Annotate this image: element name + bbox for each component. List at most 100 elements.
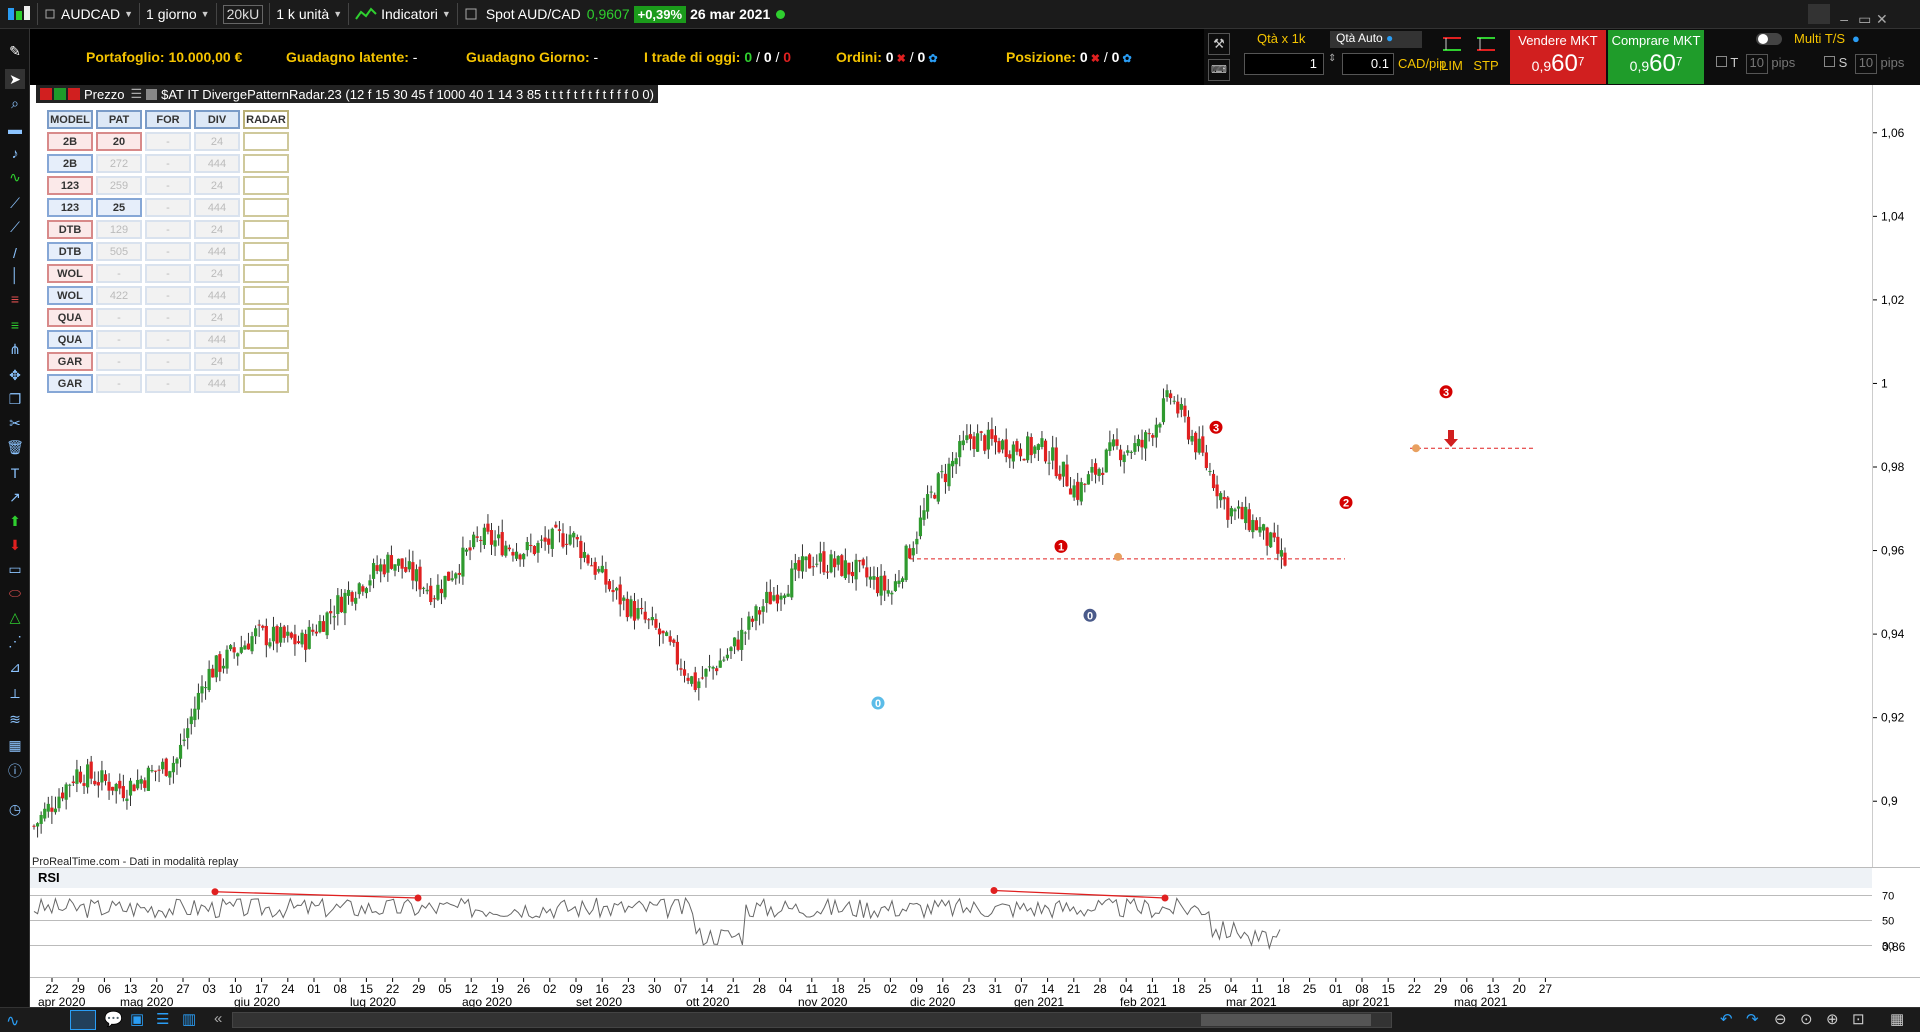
candle-body [858,560,862,562]
keyboard-icon[interactable]: ⌨ [1208,59,1230,81]
multi-ts-toggle[interactable] [1756,33,1782,45]
top-toolbar: AUDCAD ▼ 1 giorno ▼ 20kU 1 k unità ▼ Indica… [0,0,1920,29]
qty-stepper-icon[interactable]: ⇕ [1328,53,1338,75]
indicator-tool-icon[interactable]: ∿ [5,167,25,187]
layout-icon[interactable] [70,1010,96,1030]
channel-icon[interactable]: ≡ [5,289,25,309]
segment-icon[interactable]: ⟋ [5,217,25,237]
candle-body [1022,458,1026,461]
radar-forecast-cell: - [145,352,191,371]
down-arrow-icon[interactable]: ⬇ [5,535,25,555]
app-logo[interactable] [0,3,38,25]
radar-model-cell: DTB [47,242,93,261]
time-axis[interactable]: 22 29 06 13 20 27 03 10 17 24 01 08 15 22 29 05 12 19 26 02… [30,977,1920,1009]
stop-loss-input[interactable]: 10 [1854,54,1877,74]
ruler-icon[interactable]: ▬ [5,119,25,139]
take-profit-input[interactable]: 10 [1745,54,1768,74]
trash-icon[interactable]: 🗑 [5,437,25,457]
zoom-in-icon[interactable]: ⊕ [1826,1010,1839,1028]
buy-market-button[interactable]: Comprare MKT 0,9607 [1608,30,1704,84]
trendline-icon[interactable]: ⟋ [5,193,25,213]
refresh-icon[interactable] [1808,4,1831,24]
columns-icon[interactable]: ▥ [182,1010,196,1028]
time-tick-label: 04 [1224,982,1238,996]
tools-icon[interactable]: ✂ [5,413,25,433]
minimize-icon[interactable]: – [1840,11,1854,27]
take-profit-checkbox[interactable] [1716,56,1727,67]
position-info[interactable]: Posizione: 0 ✖ / 0 ✿ [1006,49,1132,65]
wrench-icon[interactable]: ⚒ [1208,33,1230,55]
fib-ext-icon[interactable]: ⟂ [5,683,25,703]
units-selector[interactable]: 1 k unità ▼ [270,3,350,25]
info-icon[interactable]: ⓘ [5,761,25,781]
candle-body [364,588,369,594]
candle-body [1236,506,1241,509]
fan-icon[interactable]: ⋰ [5,631,25,651]
ellipse-icon[interactable]: ⬭ [5,583,25,603]
scroll-back-icon[interactable]: « [214,1010,222,1027]
maximize-icon[interactable]: ▭ [1858,11,1872,28]
pencil-icon[interactable]: ✎ [5,41,25,61]
orders-close-icon[interactable]: ✖ [894,53,906,65]
position-settings-icon[interactable]: ✿ [1119,53,1132,65]
calendar-icon[interactable]: ▦ [5,735,25,755]
orders-info[interactable]: Ordini: 0 ✖ / 0 ✿ [836,49,938,65]
grid-icon[interactable]: ▦ [1890,1010,1904,1028]
gann-icon[interactable]: ⊿ [5,657,25,677]
close-chart-icon[interactable] [40,88,52,100]
screen-icon[interactable]: ▣ [130,1010,144,1028]
zoom-icon[interactable]: ⌕ [5,93,25,113]
candle-body [411,562,415,581]
candle-body [89,761,93,779]
cursor-icon[interactable]: ➤ [5,69,25,89]
stop-order-button[interactable]: STP [1472,33,1500,83]
arrow-tool-icon[interactable]: ↗ [5,487,25,507]
scrollbar-thumb[interactable] [1201,1014,1371,1026]
pip-value-input[interactable]: 0.1 [1342,53,1394,75]
up-arrow-icon[interactable]: ⬆ [5,511,25,531]
text-tool-icon[interactable]: T [5,463,25,483]
vertical-line-icon[interactable]: │ [5,265,25,285]
indicator-color-icon [146,88,158,100]
zoom-reset-icon[interactable]: ⊙ [1800,1010,1813,1028]
chart-mode-icon[interactable]: ∿ [6,1011,28,1030]
pitchfork-icon[interactable]: ⋔ [5,339,25,359]
qty-auto-toggle[interactable]: Qtà Auto ● [1330,31,1422,48]
sell-market-button[interactable]: Vendere MKT 0,9607 [1510,30,1606,84]
zoom-out-icon[interactable]: ⊖ [1774,1010,1787,1028]
history-scrollbar[interactable] [232,1012,1392,1028]
timer-icon[interactable]: ◷ [5,799,25,819]
list-icon[interactable]: ☰ [130,86,142,102]
zoom-area-icon[interactable]: ⊡ [1852,1010,1865,1028]
close-icon[interactable]: ✕ [1876,11,1890,28]
orders-settings-icon[interactable]: ✿ [925,53,937,65]
move-icon[interactable]: ✥ [5,365,25,385]
radar-row: WOL - -24 [47,264,289,283]
redo-icon[interactable]: ↷ [1746,1010,1759,1028]
fibonacci-icon[interactable]: ≡ [5,315,25,335]
ray-icon[interactable]: / [5,243,25,263]
price-scale[interactable]: 1,06 1,04 1,02 1 0,98 0,96 0,94 0,92 0,9 [1872,85,1920,867]
copy-icon[interactable]: ❐ [5,389,25,409]
triangle-icon[interactable]: △ [5,607,25,627]
timeframe-selector[interactable]: 1 giorno ▼ [140,3,217,25]
undo-icon[interactable]: ↶ [1720,1010,1733,1028]
indicator-label[interactable]: $AT IT DivergePatternRadar.23 (12 f 15 3… [161,87,654,102]
units-box[interactable]: 20kU [217,3,271,25]
indicators-button[interactable]: Indicatori ▼ [349,3,458,25]
stop-loss-checkbox[interactable] [1824,56,1835,67]
price-label[interactable]: Prezzo [84,87,124,102]
expand-chart-icon[interactable] [54,88,66,100]
rsi-panel[interactable]: 0,86 70 50 30 RSI [30,867,1920,977]
alert-bell-icon[interactable]: ♪ [5,143,25,163]
list-view-icon[interactable]: ☰ [156,1010,169,1028]
position-close-icon[interactable]: ✖ [1088,53,1100,65]
symbol-selector[interactable]: AUDCAD ▼ [38,3,141,25]
wave-icon[interactable]: ≋ [5,709,25,729]
price-chart[interactable]: 0 1 0 3 2 3 Prezzo ☰ $AT IT DivergePatternRad… [30,85,1872,868]
limit-order-button[interactable]: LIM [1438,33,1466,83]
chat-icon[interactable]: 💬 [104,1010,123,1028]
rectangle-icon[interactable]: ▭ [5,559,25,579]
time-tick-label: 27 [1539,982,1553,996]
qty-input[interactable]: 1 [1244,53,1324,75]
